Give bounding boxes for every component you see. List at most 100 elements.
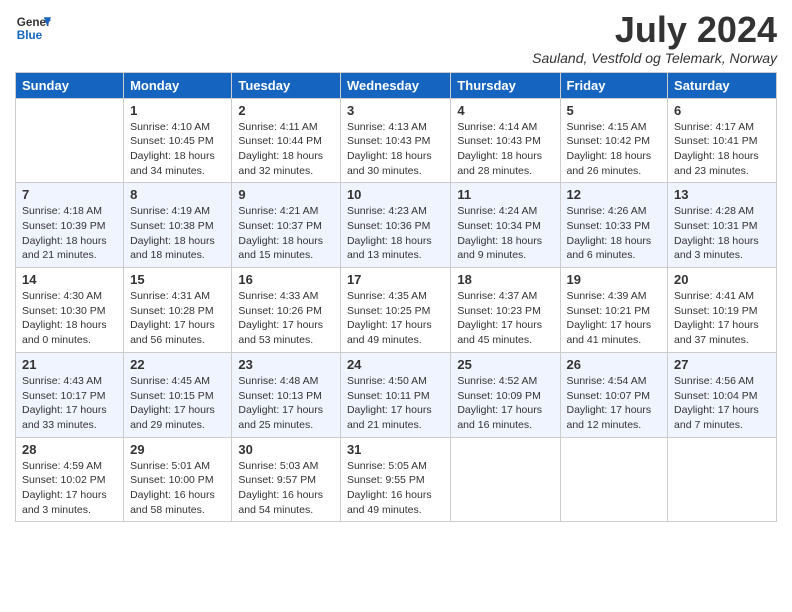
day-number: 7: [22, 187, 117, 202]
month-title: July 2024: [532, 10, 777, 50]
day-info: Sunrise: 4:48 AMSunset: 10:13 PMDaylight…: [238, 374, 334, 433]
calendar-cell: 27 Sunrise: 4:56 AMSunset: 10:04 PMDaylig…: [668, 352, 777, 437]
day-info: Sunrise: 4:56 AMSunset: 10:04 PMDaylight…: [674, 374, 770, 433]
day-number: 24: [347, 357, 444, 372]
calendar-week-4: 21Sunrise: 4:43 AMSunset: 10:17 PMDaylig…: [16, 352, 777, 437]
day-number: 2: [238, 103, 334, 118]
day-info: Sunrise: 4:50 AMSunset: 10:11 PMDaylight…: [347, 374, 444, 433]
day-number: 3: [347, 103, 444, 118]
calendar-cell: 20Sunrise: 4:41 AMSunset: 10:19 PMDaylig…: [668, 268, 777, 353]
day-info: Sunrise: 4:10 AMSunset: 10:45 PMDaylight…: [130, 120, 225, 179]
day-number: 14: [22, 272, 117, 287]
calendar-cell: 7Sunrise: 4:18 AMSunset: 10:39 PMDayligh…: [16, 183, 124, 268]
day-number: 30: [238, 442, 334, 457]
day-info: Sunrise: 4:14 AMSunset: 10:43 PMDaylight…: [457, 120, 553, 179]
day-number: 18: [457, 272, 553, 287]
calendar-table: SundayMondayTuesdayWednesdayThursdayFrid…: [15, 72, 777, 523]
calendar-cell: [668, 437, 777, 522]
calendar-cell: 6 Sunrise: 4:17 AMSunset: 10:41 PMDayligh…: [668, 98, 777, 183]
calendar-header-friday: Friday: [560, 72, 668, 98]
calendar-cell: [451, 437, 560, 522]
calendar-cell: 8 Sunrise: 4:19 AMSunset: 10:38 PMDayligh…: [124, 183, 232, 268]
calendar-cell: 5 Sunrise: 4:15 AMSunset: 10:42 PMDayligh…: [560, 98, 668, 183]
day-number: 5: [567, 103, 662, 118]
day-number: 12: [567, 187, 662, 202]
day-number: 11: [457, 187, 553, 202]
day-info: Sunrise: 4:21 AMSunset: 10:37 PMDaylight…: [238, 204, 334, 263]
day-info: Sunrise: 4:54 AMSunset: 10:07 PMDaylight…: [567, 374, 662, 433]
day-info: Sunrise: 4:33 AMSunset: 10:26 PMDaylight…: [238, 289, 334, 348]
day-info: Sunrise: 4:24 AMSunset: 10:34 PMDaylight…: [457, 204, 553, 263]
calendar-cell: 18 Sunrise: 4:37 AMSunset: 10:23 PMDaylig…: [451, 268, 560, 353]
day-number: 13: [674, 187, 770, 202]
svg-text:Blue: Blue: [17, 29, 43, 42]
calendar-body: 1Sunrise: 4:10 AMSunset: 10:45 PMDayligh…: [16, 98, 777, 522]
calendar-week-3: 14 Sunrise: 4:30 AMSunset: 10:30 PMDaylig…: [16, 268, 777, 353]
day-number: 26: [567, 357, 662, 372]
day-info: Sunrise: 4:28 AMSunset: 10:31 PMDaylight…: [674, 204, 770, 263]
day-info: Sunrise: 4:19 AMSunset: 10:38 PMDaylight…: [130, 204, 225, 263]
day-number: 6: [674, 103, 770, 118]
calendar-cell: 22 Sunrise: 4:45 AMSunset: 10:15 PMDaylig…: [124, 352, 232, 437]
calendar-cell: 29 Sunrise: 5:01 AMSunset: 10:00 PMDaylig…: [124, 437, 232, 522]
calendar-cell: 9Sunrise: 4:21 AMSunset: 10:37 PMDayligh…: [232, 183, 341, 268]
calendar-cell: 4 Sunrise: 4:14 AMSunset: 10:43 PMDayligh…: [451, 98, 560, 183]
subtitle: Sauland, Vestfold og Telemark, Norway: [532, 50, 777, 66]
calendar-cell: 23Sunrise: 4:48 AMSunset: 10:13 PMDaylig…: [232, 352, 341, 437]
day-info: Sunrise: 4:41 AMSunset: 10:19 PMDaylight…: [674, 289, 770, 348]
logo-icon: General Blue: [15, 10, 51, 46]
calendar-cell: [560, 437, 668, 522]
day-info: Sunrise: 4:45 AMSunset: 10:15 PMDaylight…: [130, 374, 225, 433]
calendar-cell: 26 Sunrise: 4:54 AMSunset: 10:07 PMDaylig…: [560, 352, 668, 437]
day-info: Sunrise: 4:31 AMSunset: 10:28 PMDaylight…: [130, 289, 225, 348]
calendar-cell: 2 Sunrise: 4:11 AMSunset: 10:44 PMDayligh…: [232, 98, 341, 183]
day-number: 15: [130, 272, 225, 287]
day-info: Sunrise: 5:01 AMSunset: 10:00 PMDaylight…: [130, 459, 225, 518]
calendar-cell: 31 Sunrise: 5:05 AMSunset: 9:55 PMDayligh…: [340, 437, 450, 522]
calendar-cell: 15 Sunrise: 4:31 AMSunset: 10:28 PMDaylig…: [124, 268, 232, 353]
day-number: 22: [130, 357, 225, 372]
calendar-cell: 11 Sunrise: 4:24 AMSunset: 10:34 PMDaylig…: [451, 183, 560, 268]
day-number: 10: [347, 187, 444, 202]
calendar-cell: 1Sunrise: 4:10 AMSunset: 10:45 PMDayligh…: [124, 98, 232, 183]
calendar-cell: 21Sunrise: 4:43 AMSunset: 10:17 PMDaylig…: [16, 352, 124, 437]
calendar-week-5: 28Sunrise: 4:59 AMSunset: 10:02 PMDaylig…: [16, 437, 777, 522]
calendar-cell: 28Sunrise: 4:59 AMSunset: 10:02 PMDaylig…: [16, 437, 124, 522]
day-number: 31: [347, 442, 444, 457]
day-number: 21: [22, 357, 117, 372]
calendar-cell: 10Sunrise: 4:23 AMSunset: 10:36 PMDaylig…: [340, 183, 450, 268]
calendar-cell: 3 Sunrise: 4:13 AMSunset: 10:43 PMDayligh…: [340, 98, 450, 183]
calendar-cell: 12 Sunrise: 4:26 AMSunset: 10:33 PMDaylig…: [560, 183, 668, 268]
calendar-week-2: 7Sunrise: 4:18 AMSunset: 10:39 PMDayligh…: [16, 183, 777, 268]
calendar-cell: 25 Sunrise: 4:52 AMSunset: 10:09 PMDaylig…: [451, 352, 560, 437]
day-number: 8: [130, 187, 225, 202]
day-number: 4: [457, 103, 553, 118]
day-info: Sunrise: 4:37 AMSunset: 10:23 PMDaylight…: [457, 289, 553, 348]
day-info: Sunrise: 4:17 AMSunset: 10:41 PMDaylight…: [674, 120, 770, 179]
calendar-cell: [16, 98, 124, 183]
calendar-cell: 16 Sunrise: 4:33 AMSunset: 10:26 PMDaylig…: [232, 268, 341, 353]
title-area: July 2024 Sauland, Vestfold og Telemark,…: [532, 10, 777, 66]
calendar-header-monday: Monday: [124, 72, 232, 98]
day-number: 27: [674, 357, 770, 372]
day-info: Sunrise: 5:05 AMSunset: 9:55 PMDaylight:…: [347, 459, 444, 518]
day-number: 25: [457, 357, 553, 372]
day-info: Sunrise: 4:52 AMSunset: 10:09 PMDaylight…: [457, 374, 553, 433]
day-info: Sunrise: 4:15 AMSunset: 10:42 PMDaylight…: [567, 120, 662, 179]
day-info: Sunrise: 4:11 AMSunset: 10:44 PMDaylight…: [238, 120, 334, 179]
calendar-cell: 17 Sunrise: 4:35 AMSunset: 10:25 PMDaylig…: [340, 268, 450, 353]
day-number: 17: [347, 272, 444, 287]
day-info: Sunrise: 4:39 AMSunset: 10:21 PMDaylight…: [567, 289, 662, 348]
calendar-cell: 24 Sunrise: 4:50 AMSunset: 10:11 PMDaylig…: [340, 352, 450, 437]
day-info: Sunrise: 4:13 AMSunset: 10:43 PMDaylight…: [347, 120, 444, 179]
day-info: Sunrise: 4:59 AMSunset: 10:02 PMDaylight…: [22, 459, 117, 518]
calendar-header-saturday: Saturday: [668, 72, 777, 98]
day-info: Sunrise: 4:26 AMSunset: 10:33 PMDaylight…: [567, 204, 662, 263]
day-info: Sunrise: 4:35 AMSunset: 10:25 PMDaylight…: [347, 289, 444, 348]
day-info: Sunrise: 4:30 AMSunset: 10:30 PMDaylight…: [22, 289, 117, 348]
day-number: 29: [130, 442, 225, 457]
header: General Blue July 2024 Sauland, Vestfold…: [15, 10, 777, 66]
calendar-header-sunday: Sunday: [16, 72, 124, 98]
day-number: 16: [238, 272, 334, 287]
calendar-week-1: 1Sunrise: 4:10 AMSunset: 10:45 PMDayligh…: [16, 98, 777, 183]
